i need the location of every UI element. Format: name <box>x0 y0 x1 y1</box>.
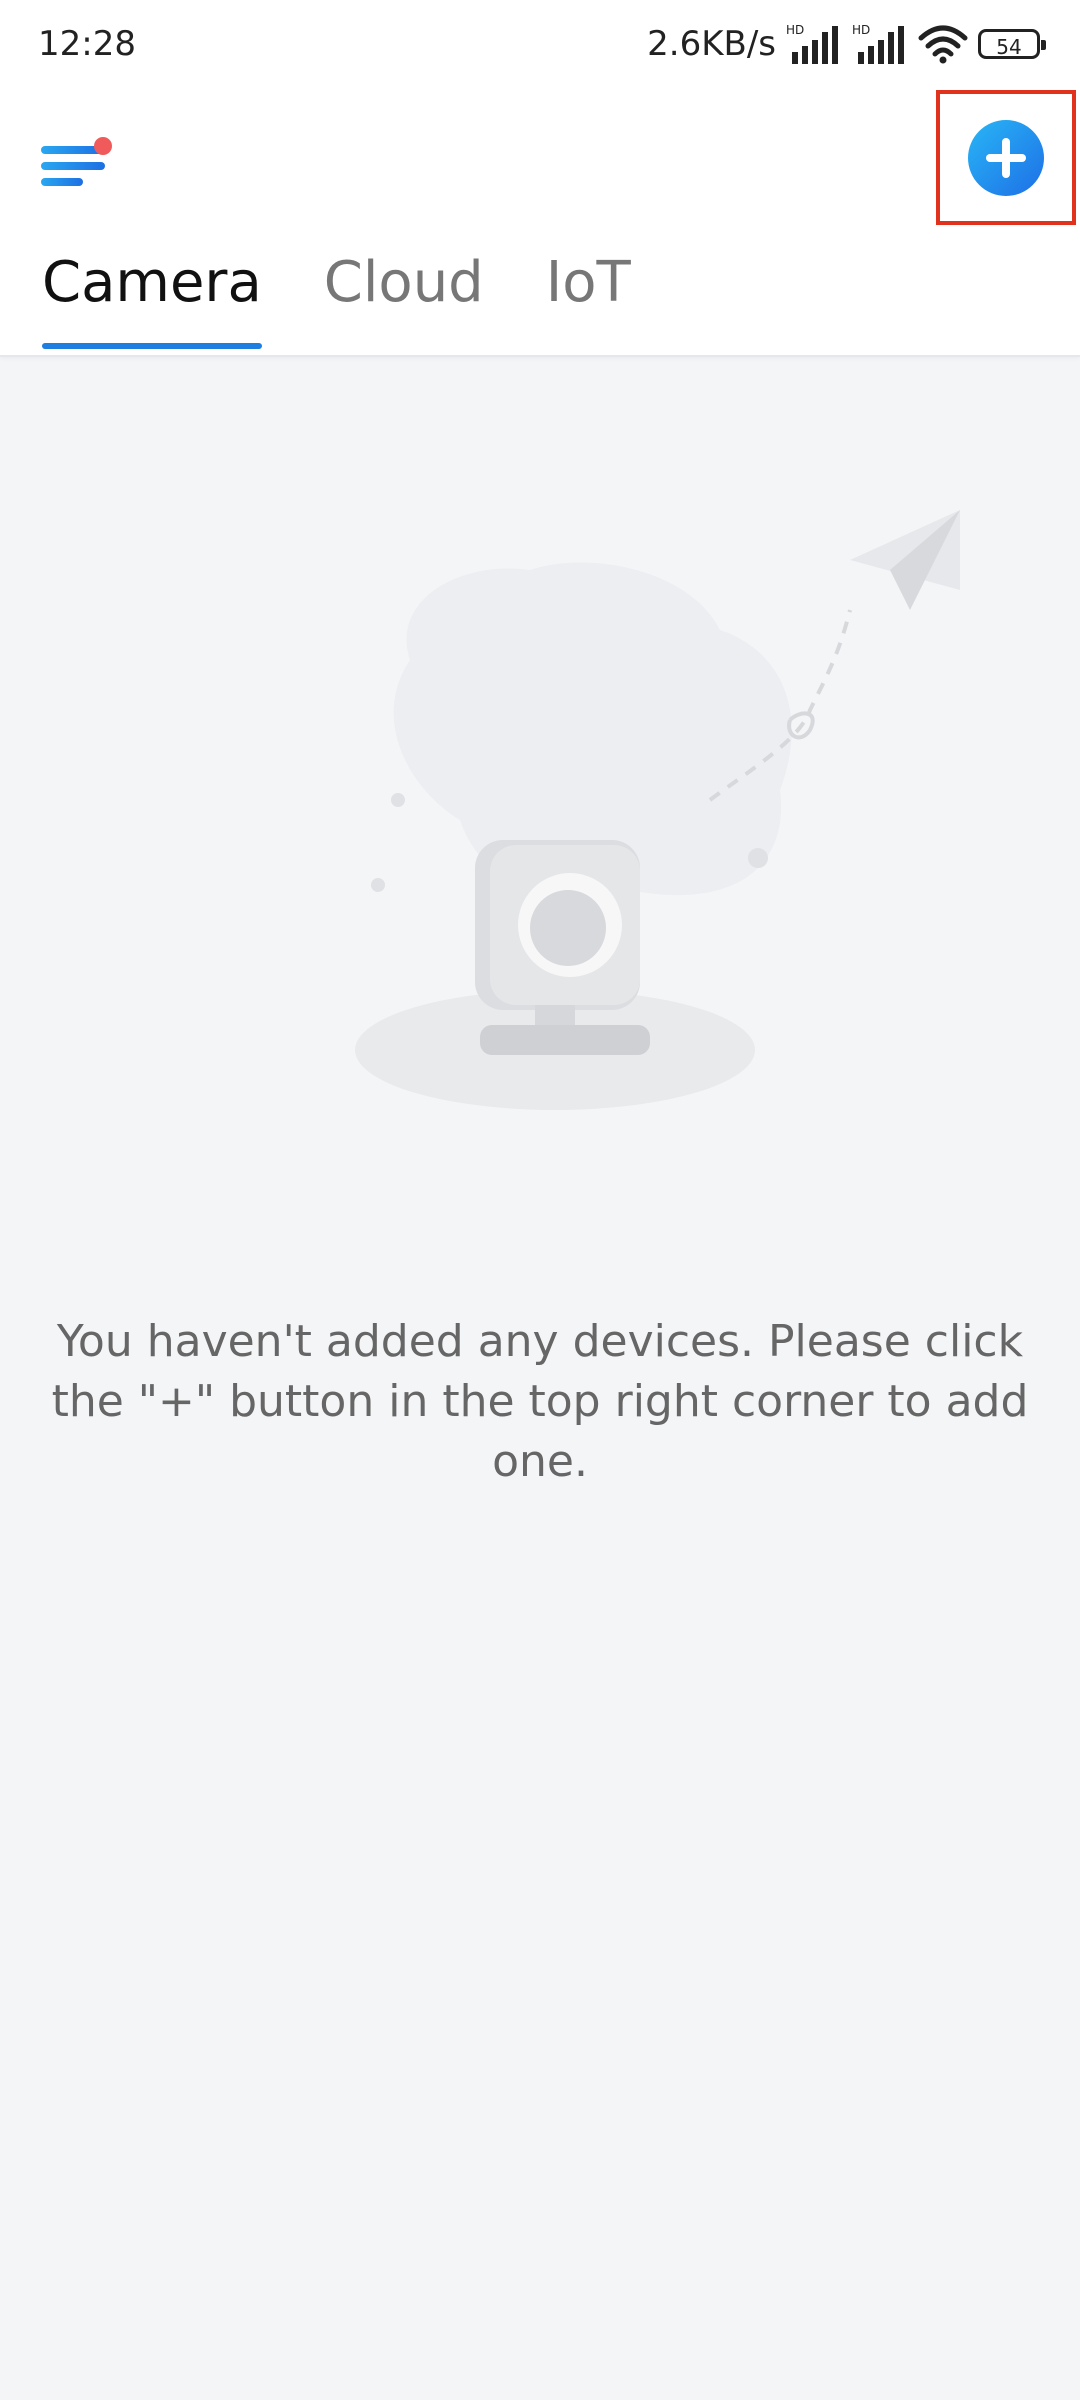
tab-iot-label: IoT <box>545 250 631 315</box>
status-right: 2.6KB/s HD HD 54 <box>647 22 1046 66</box>
tab-cloud-label: Cloud <box>323 250 484 315</box>
tab-camera-label: Camera <box>42 250 262 315</box>
network-speed: 2.6KB/s <box>647 24 776 64</box>
add-icon <box>968 119 1044 196</box>
hd-badge: HD <box>852 23 870 37</box>
status-bar: 12:28 2.6KB/s HD HD 54 <box>0 0 1080 96</box>
tab-camera[interactable]: Camera <box>42 250 262 349</box>
menu-icon <box>41 137 112 186</box>
notification-dot <box>94 137 112 155</box>
tab-iot[interactable]: IoT <box>546 250 631 315</box>
add-device-button[interactable] <box>936 90 1076 225</box>
top-area: 12:28 2.6KB/s HD HD 54 Camera Cloud IoT <box>0 0 1080 357</box>
device-tabs: Camera Cloud IoT <box>42 250 631 349</box>
hd-signal-icon: HD <box>786 23 838 64</box>
empty-state-message: You haven't added any devices. Please cl… <box>51 1316 1029 1487</box>
hd-signal-icon: HD <box>852 23 904 64</box>
hd-badge: HD <box>786 23 804 37</box>
active-tab-indicator <box>42 343 262 349</box>
tab-cloud[interactable]: Cloud <box>324 250 484 315</box>
menu-button[interactable] <box>38 130 118 200</box>
wifi-icon <box>918 25 968 64</box>
status-time: 12:28 <box>38 24 136 64</box>
empty-devices-illustration <box>355 510 960 1110</box>
battery-icon: 54 <box>978 29 1046 59</box>
